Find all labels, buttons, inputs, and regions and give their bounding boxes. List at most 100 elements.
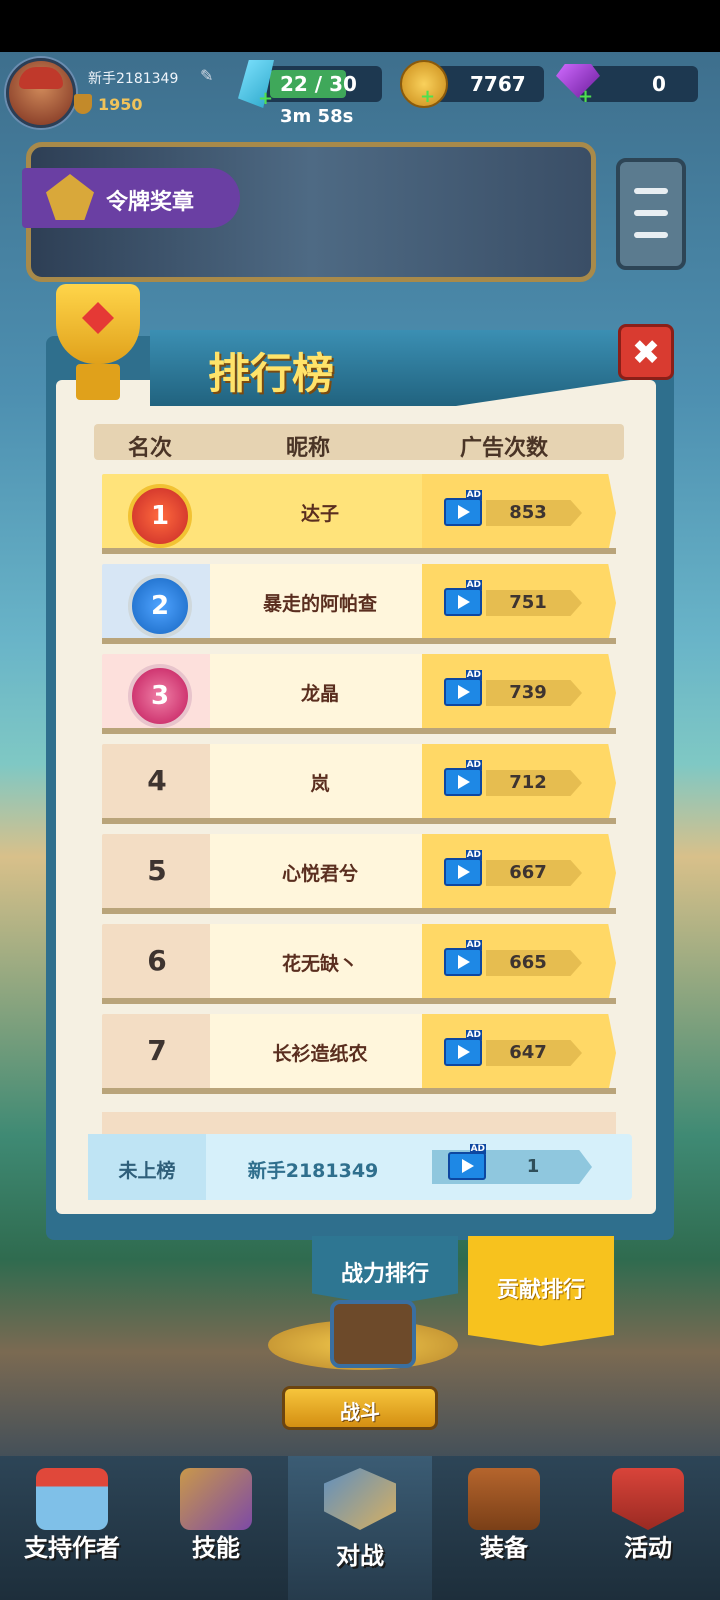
leaderboard-row[interactable]: 1 达子 AD 853 — [102, 474, 616, 554]
close-button[interactable]: ✖ — [618, 324, 674, 380]
ad-count: 647 — [509, 1042, 547, 1063]
nav-item-events[interactable]: 活动 — [576, 1456, 720, 1600]
bronze-medal-icon: 3 — [128, 664, 192, 728]
player-avatar[interactable] — [6, 58, 76, 128]
video-ad-icon: AD — [448, 1144, 486, 1180]
player-nickname: 达子 — [300, 503, 339, 525]
nav-label: 支持作者 — [24, 1534, 120, 1562]
battle-icon — [324, 1468, 396, 1530]
video-ad-icon: AD — [444, 670, 482, 706]
row-shadow — [102, 998, 616, 1004]
ad-badge: AD — [465, 670, 482, 680]
player-nickname: 心悦君兮 — [281, 863, 358, 885]
gem-panel — [580, 66, 698, 102]
self-nickname: 新手2181349 — [247, 1160, 379, 1182]
row-shadow — [102, 728, 616, 734]
header-rank: 名次 — [128, 436, 173, 461]
leaderboard-row[interactable]: 2 暴走的阿帕查 AD 751 — [102, 564, 616, 644]
shield-icon — [74, 94, 92, 114]
rank-number: 7 — [147, 1034, 167, 1067]
nav-label: 活动 — [624, 1534, 672, 1562]
battle-button-label: 战斗 — [340, 1400, 380, 1424]
ad-count: 665 — [509, 952, 547, 973]
self-ad-count: 1 — [526, 1156, 540, 1177]
row-shadow — [102, 548, 616, 554]
leaderboard-row[interactable]: 5 心悦君兮 AD 667 — [102, 834, 616, 914]
header-nickname: 昵称 — [286, 436, 331, 461]
player-nickname: 长衫造纸农 — [272, 1043, 368, 1065]
leaderboard-row[interactable]: 3 龙晶 AD 739 — [102, 654, 616, 734]
ad-badge: AD — [465, 940, 482, 950]
leaderboard-title: 排行榜 — [208, 349, 335, 398]
energy-timer: 3m 58s — [280, 106, 354, 127]
player-nickname: 花无缺丶 — [281, 953, 358, 975]
player-power: 1950 — [98, 95, 143, 114]
menu-button[interactable] — [616, 158, 686, 270]
skill-icon — [180, 1468, 252, 1530]
battle-button[interactable]: 战斗 — [282, 1386, 438, 1430]
add-gem-icon[interactable]: + — [578, 86, 593, 107]
menu-line — [634, 210, 668, 216]
edit-name-icon[interactable]: ✎ — [200, 66, 218, 85]
avatar-hair — [19, 67, 63, 89]
ad-badge: AD — [465, 850, 482, 860]
ad-count: 739 — [509, 682, 547, 703]
coin-value: 7767 — [470, 72, 526, 96]
row-shadow — [102, 818, 616, 824]
tab-power-label: 战力排行 — [340, 1262, 429, 1287]
trophy-icon — [36, 284, 160, 408]
menu-line — [634, 188, 668, 194]
backpack-icon — [468, 1468, 540, 1530]
self-rank: 未上榜 — [118, 1160, 176, 1182]
tab-contribution-ranking[interactable]: 贡献排行 — [468, 1236, 614, 1346]
player-nickname: 龙晶 — [300, 683, 339, 705]
leaderboard-row[interactable]: 4 岚 AD 712 — [102, 744, 616, 824]
player-nickname: 岚 — [310, 773, 330, 795]
ad-count: 712 — [509, 772, 547, 793]
nav-item-battle[interactable]: 对战 — [288, 1456, 432, 1600]
nav-label: 对战 — [336, 1542, 384, 1570]
tab-contribution-label: 贡献排行 — [496, 1278, 585, 1303]
ad-badge: AD — [465, 580, 482, 590]
ad-badge: AD — [465, 490, 482, 500]
player-nickname: 暴走的阿帕查 — [262, 593, 377, 615]
leaderboard-row[interactable]: 6 花无缺丶 AD 665 — [102, 924, 616, 1004]
medal-label: 令牌奖章 — [106, 190, 195, 215]
add-coin-icon[interactable]: + — [420, 86, 435, 107]
video-ad-icon: AD — [444, 760, 482, 796]
energy-value: 22 / 30 — [280, 72, 357, 96]
nav-item-support[interactable]: 支持作者 — [0, 1456, 144, 1600]
nav-label: 技能 — [192, 1534, 240, 1562]
status-bar-area — [0, 0, 720, 52]
silver-medal-icon: 2 — [128, 574, 192, 638]
rank-number: 6 — [147, 944, 167, 977]
event-icon — [612, 1468, 684, 1530]
video-ad-icon: AD — [444, 580, 482, 616]
self-rank-row: 未上榜 新手2181349 AD 1 — [88, 1134, 632, 1200]
row-shadow — [102, 1088, 616, 1094]
add-energy-icon[interactable]: + — [258, 88, 273, 109]
gem-value: 0 — [652, 72, 666, 96]
nav-label: 装备 — [480, 1534, 528, 1562]
header-ad-count: 广告次数 — [460, 436, 549, 461]
row-shadow — [102, 638, 616, 644]
video-ad-icon: AD — [444, 850, 482, 886]
leaderboard-row[interactable]: 7 长衫造纸农 AD 647 — [102, 1014, 616, 1094]
menu-line — [634, 232, 668, 238]
player-name: 新手2181349 — [88, 71, 179, 87]
ad-badge: AD — [469, 1144, 486, 1154]
gold-medal-icon: 1 — [128, 484, 192, 548]
video-ad-icon: AD — [444, 940, 482, 976]
ad-badge: AD — [465, 1030, 482, 1040]
ad-count: 667 — [509, 862, 547, 883]
nav-item-equipment[interactable]: 装备 — [432, 1456, 576, 1600]
tab-power-ranking[interactable]: 战力排行 — [312, 1236, 458, 1306]
ad-count: 853 — [509, 502, 547, 523]
video-ad-icon: AD — [444, 490, 482, 526]
nav-item-skills[interactable]: 技能 — [144, 1456, 288, 1600]
ad-badge: AD — [465, 760, 482, 770]
shop-icon — [36, 1468, 108, 1530]
video-ad-icon: AD — [444, 1030, 482, 1066]
trophy-base — [76, 364, 120, 400]
treasure-chest-icon[interactable] — [330, 1300, 416, 1368]
